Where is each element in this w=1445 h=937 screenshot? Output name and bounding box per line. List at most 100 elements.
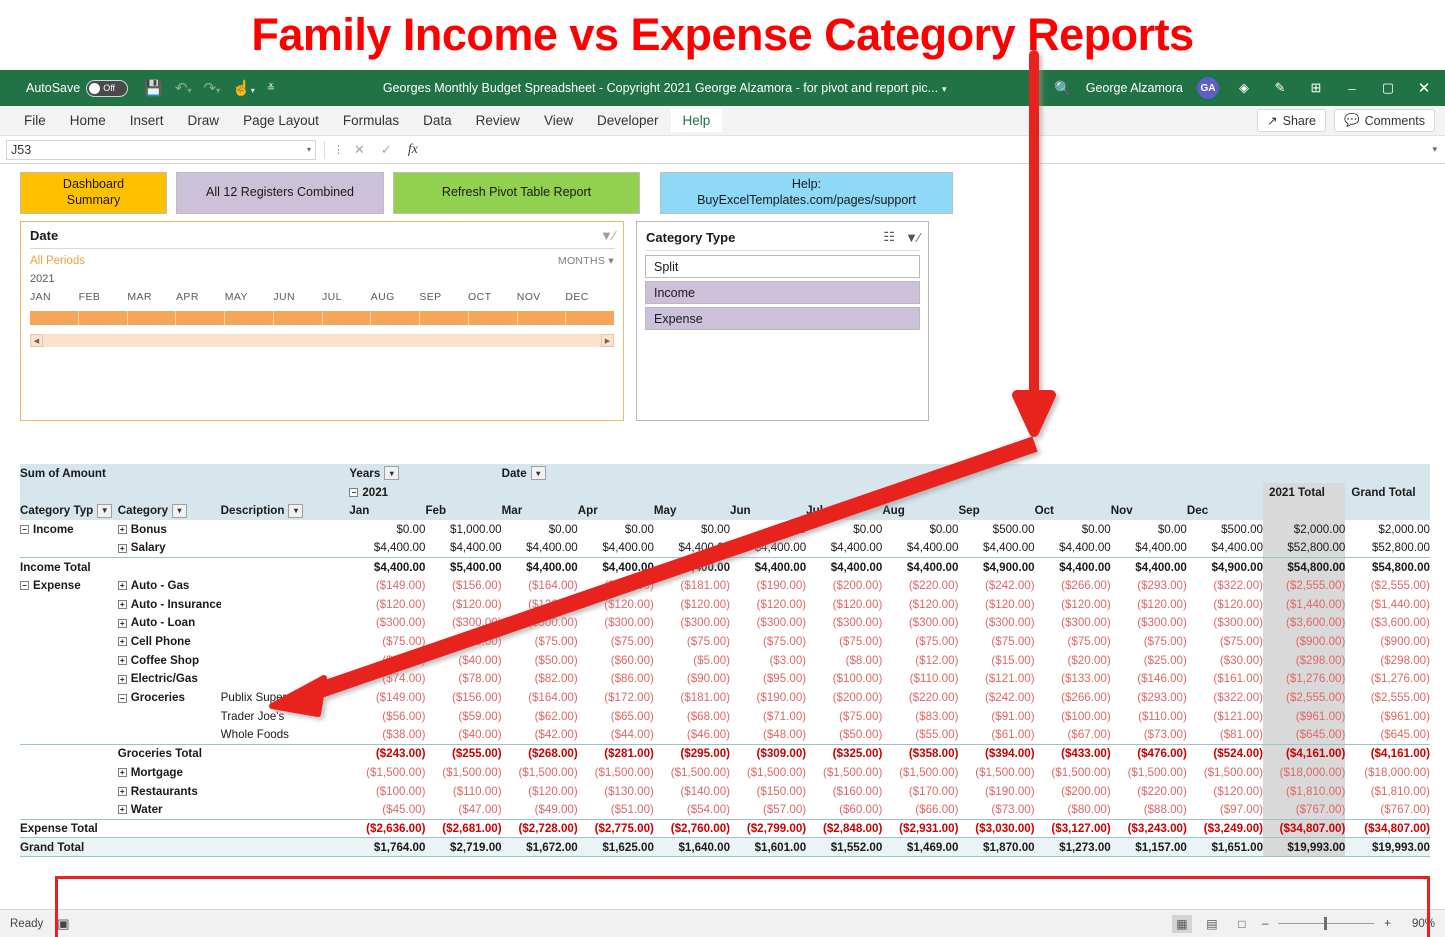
date-field-header[interactable]: Date ▾ <box>502 464 1430 483</box>
zoom-slider-thumb[interactable] <box>1324 917 1328 930</box>
cell-category[interactable]: + Coffee Shop <box>117 651 221 670</box>
expand-icon[interactable]: + <box>117 656 127 666</box>
page-layout-view-icon[interactable]: ▤ <box>1202 915 1222 933</box>
zoom-level[interactable]: 90% <box>1401 918 1435 930</box>
save-icon[interactable]: 💾 <box>144 79 163 97</box>
comments-button[interactable]: 💬 Comments <box>1333 109 1435 132</box>
expand-formula-bar-handle[interactable]: ⋮ <box>333 143 344 156</box>
autosave-toggle[interactable]: Off <box>86 79 129 97</box>
cell-category[interactable]: + Auto - Gas <box>117 576 221 595</box>
formula-input[interactable] <box>423 139 1427 160</box>
row-header-category[interactable]: Category ▾ <box>118 501 221 520</box>
cell-category[interactable]: + Mortgage <box>117 763 221 782</box>
insert-function-icon[interactable]: fx <box>408 142 418 158</box>
date-timeline-slicer[interactable]: Date ▼∕ All Periods MONTHS ▾ 2021 JAN FE… <box>20 221 624 421</box>
close-button[interactable]: ✕ <box>1413 79 1435 97</box>
pen-icon[interactable]: ✎ <box>1269 80 1291 96</box>
timeline-selection-bar[interactable] <box>30 311 614 325</box>
expand-icon[interactable]: + <box>117 525 127 535</box>
avatar[interactable]: GA <box>1197 77 1219 99</box>
dashboard-summary-button[interactable]: Dashboard Summary <box>20 172 167 214</box>
timeline-month-apr[interactable]: APR <box>176 291 225 303</box>
slicer-item-income[interactable]: Income <box>645 281 920 304</box>
zoom-in-button[interactable]: + <box>1384 918 1391 930</box>
redo-icon[interactable]: ↷▾ <box>204 79 221 97</box>
diamond-icon[interactable]: ◈ <box>1233 80 1255 96</box>
cell-category[interactable]: + Salary <box>117 539 221 558</box>
cell-category[interactable]: − Groceries <box>117 688 221 707</box>
multi-select-icon[interactable]: ☷ <box>883 229 895 245</box>
timeline-month-sep[interactable]: SEP <box>419 291 468 303</box>
undo-icon[interactable]: ↶▾ <box>175 79 192 97</box>
date-filter-icon[interactable]: ▾ <box>530 466 546 481</box>
cell-category[interactable]: + Bonus <box>117 520 221 539</box>
tab-review[interactable]: Review <box>464 109 532 132</box>
cell-category[interactable]: + Auto - Loan <box>117 614 221 633</box>
tab-formulas[interactable]: Formulas <box>331 109 411 132</box>
expand-icon[interactable]: + <box>117 805 127 815</box>
timeline-month-may[interactable]: MAY <box>225 291 274 303</box>
tab-file[interactable]: File <box>12 109 58 132</box>
refresh-pivot-button[interactable]: Refresh Pivot Table Report <box>393 172 640 214</box>
chevron-down-icon[interactable]: ▾ <box>1432 144 1445 155</box>
expand-icon[interactable]: + <box>117 637 127 647</box>
all-registers-button[interactable]: All 12 Registers Combined <box>176 172 384 214</box>
timeline-month-oct[interactable]: OCT <box>468 291 517 303</box>
tab-page-layout[interactable]: Page Layout <box>231 109 331 132</box>
category-type-filter-icon[interactable]: ▼ <box>97 503 113 518</box>
record-macro-icon[interactable]: ▣ <box>57 916 69 932</box>
tab-insert[interactable]: Insert <box>118 109 176 132</box>
timeline-month-mar[interactable]: MAR <box>127 291 176 303</box>
customize-qat-icon[interactable]: ≚ <box>267 83 275 94</box>
normal-view-icon[interactable]: ▦ <box>1171 914 1192 933</box>
tab-home[interactable]: Home <box>58 109 118 132</box>
search-icon[interactable]: 🔍 <box>1054 80 1071 97</box>
minimize-button[interactable]: – <box>1341 81 1363 96</box>
timeline-month-feb[interactable]: FEB <box>79 291 128 303</box>
expand-icon[interactable]: + <box>117 543 127 553</box>
cell-category[interactable]: + Electric/Gas <box>117 670 221 689</box>
collapse-icon[interactable]: − <box>20 581 29 591</box>
timeline-month-jul[interactable]: JUL <box>322 291 371 303</box>
ribbon-display-options-icon[interactable]: ⊞ <box>1305 80 1327 96</box>
expand-icon[interactable]: + <box>117 768 127 778</box>
share-button[interactable]: ↗ Share <box>1257 109 1326 132</box>
collapse-icon[interactable]: − <box>117 693 127 703</box>
slicer-item-split[interactable]: Split <box>645 255 920 278</box>
expand-icon[interactable]: + <box>117 618 127 628</box>
timeline-month-jun[interactable]: JUN <box>273 291 322 303</box>
collapse-icon[interactable]: − <box>20 525 29 535</box>
scroll-left-icon[interactable]: ◀ <box>30 334 43 347</box>
timeline-month-dec[interactable]: DEC <box>565 291 614 303</box>
help-button[interactable]: Help: BuyExcelTemplates.com/pages/suppor… <box>660 172 953 214</box>
tab-developer[interactable]: Developer <box>585 109 671 132</box>
name-box[interactable]: J53 ▾ <box>6 139 316 160</box>
timeline-month-jan[interactable]: JAN <box>30 291 79 303</box>
timeline-month-nov[interactable]: NOV <box>517 291 566 303</box>
years-field-header[interactable]: Years ▾ <box>349 464 501 483</box>
cell-category[interactable]: + Cell Phone <box>117 632 221 651</box>
restore-button[interactable]: ▢ <box>1377 80 1399 96</box>
tab-draw[interactable]: Draw <box>176 109 232 132</box>
expand-icon[interactable]: + <box>117 581 127 591</box>
cancel-icon[interactable]: ✕ <box>354 142 365 158</box>
scroll-right-icon[interactable]: ▶ <box>601 334 614 347</box>
cell-category[interactable]: + Restaurants <box>117 782 221 801</box>
cell-category-type[interactable]: − Expense <box>20 576 118 595</box>
zoom-out-button[interactable]: – <box>1262 918 1268 930</box>
expand-icon[interactable]: + <box>117 674 127 684</box>
years-filter-icon[interactable]: ▾ <box>384 466 400 481</box>
chevron-down-icon[interactable]: ▾ <box>942 84 947 94</box>
cell-category-type[interactable]: − Income <box>20 520 118 539</box>
touch-mode-icon[interactable]: ☝▾ <box>232 79 255 97</box>
timeline-level-dropdown[interactable]: MONTHS ▾ <box>558 255 614 267</box>
year-group-cell[interactable]: −2021 <box>349 483 1263 502</box>
row-header-description[interactable]: Description ▾ <box>221 501 350 520</box>
tab-view[interactable]: View <box>532 109 585 132</box>
clear-filter-icon[interactable]: ▼∕ <box>600 228 615 243</box>
cell-category[interactable]: + Auto - Insurance <box>117 595 221 614</box>
row-header-category-type[interactable]: Category Typ ▼ <box>20 501 118 520</box>
expand-icon[interactable]: + <box>117 786 127 796</box>
collapse-year-icon[interactable]: − <box>349 487 359 497</box>
description-filter-icon[interactable]: ▾ <box>288 503 304 518</box>
